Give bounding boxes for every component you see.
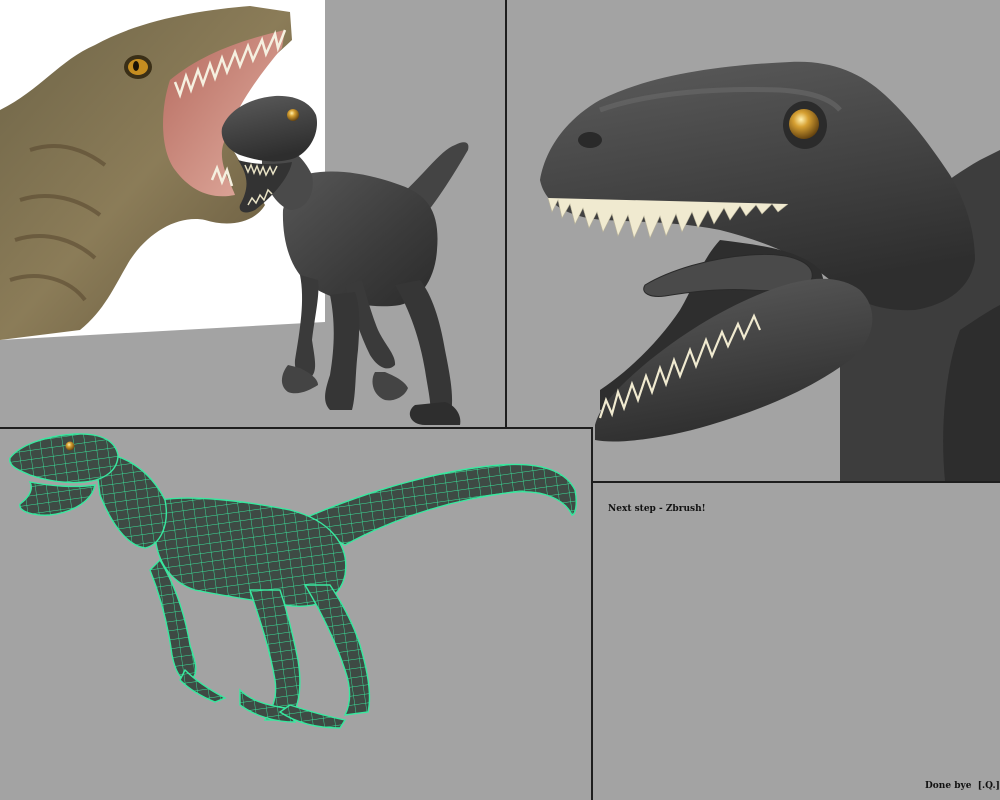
credit-note: Done bye [.Q.]	[925, 781, 1000, 791]
closeup-eye	[789, 109, 819, 139]
head-closeup-panel	[540, 61, 1000, 481]
wireframe-raptor	[9, 433, 577, 729]
wireframe-panel	[9, 433, 577, 729]
artwork-canvas	[0, 0, 1000, 729]
next-step-note: Next step - Zbrush!	[608, 504, 706, 514]
reference-and-model-panel	[0, 0, 469, 425]
